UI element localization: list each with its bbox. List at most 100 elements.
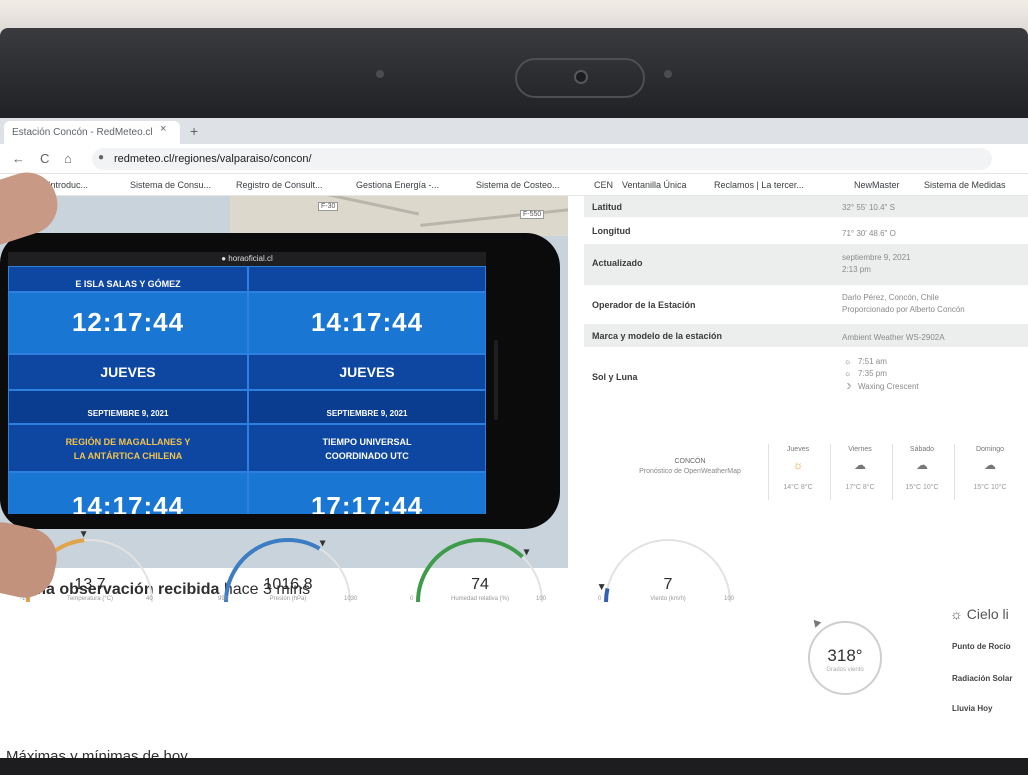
bezel-sensor	[376, 70, 384, 78]
browser-tab[interactable]: Estación Concón - RedMeteo.cl	[4, 121, 180, 144]
wind-degrees: 318°	[827, 646, 863, 665]
bookmark-item[interactable]: Sistema de Medidas	[924, 180, 1006, 190]
phone-url-text: horaoficial.cl	[228, 254, 273, 263]
info-row-sun-moon: Sol y Luna ☼ 7:51 am ☼ 7:35 pm ☽ Waxing …	[584, 348, 1028, 406]
zone-name: LA ANTÁRTICA CHILENA	[73, 451, 183, 461]
map-route-badge: F-550	[520, 210, 545, 219]
sun-icon: ☼	[792, 458, 804, 472]
gauge-label: Presión (hPa)	[269, 596, 307, 602]
gauge-max: 40	[146, 596, 153, 602]
lock-icon[interactable]: ●	[98, 152, 104, 163]
gauge-max: 1030	[344, 596, 358, 602]
bezel-sensor	[664, 70, 672, 78]
gauge-value: 13.7	[74, 576, 106, 593]
sunrise-icon: ☼	[844, 357, 852, 366]
address-bar: ← C ⌂ ● redmeteo.cl/regiones/valparaiso/…	[0, 144, 1028, 174]
phone-url-bar: ● horaoficial.cl	[8, 252, 486, 266]
info-value: 71° 30' 48.6" O	[842, 229, 896, 238]
forecast-temps: 17°C 8°C	[845, 484, 875, 491]
solar-radiation-label: Radiación Solar	[952, 674, 1013, 683]
info-label: Sol y Luna	[592, 372, 638, 382]
forecast-divider	[768, 444, 769, 500]
phone-screen: ● horaoficial.cl E ISLA SALAS Y GÓMEZ 12…	[8, 252, 486, 514]
webcam-icon	[574, 70, 588, 84]
bookmark-item[interactable]: CEN	[594, 180, 613, 190]
gauge-max: 100	[724, 596, 735, 602]
gauge-value: 7	[663, 576, 673, 593]
clock-day-cell: JUEVES	[248, 354, 486, 390]
forecast-divider	[830, 444, 831, 500]
bookmarks-bar: Módulo 1: Introduc... Sistema de Consu..…	[0, 174, 1028, 196]
dew-point-label: Punto de Rocío	[952, 642, 1011, 651]
clock-date: SEPTIEMBRE 9, 2021	[326, 409, 408, 418]
clock-time-cell: 14:17:44	[248, 292, 486, 354]
forecast-day-name: Jueves	[786, 446, 810, 453]
gauge-marker-icon	[523, 549, 530, 556]
clock-day: JUEVES	[100, 364, 156, 380]
gauge-marker-icon	[598, 584, 605, 591]
bookmark-item[interactable]: Sistema de Costeo...	[476, 180, 560, 190]
clock-zone-header: E ISLA SALAS Y GÓMEZ	[8, 266, 248, 292]
reload-icon[interactable]: C	[40, 151, 49, 166]
taskbar-edge	[0, 758, 1028, 775]
phone-speaker	[494, 340, 498, 420]
clock-time-cell: 14:17:44	[8, 472, 248, 514]
clock-zone-header	[248, 266, 486, 292]
forecast-source[interactable]: Pronóstico de OpenWeatherMap	[600, 468, 780, 475]
new-tab-icon[interactable]: +	[190, 123, 198, 139]
url-text[interactable]: redmeteo.cl/regiones/valparaiso/concon/	[114, 153, 312, 165]
info-value: Darlo Pérez, Concón, Chile	[842, 293, 939, 302]
info-value: 2:13 pm	[842, 265, 871, 274]
clock-zone-header: REGIÓN DE MAGALLANES Y LA ANTÁRTICA CHIL…	[8, 424, 248, 472]
zone-name: E ISLA SALAS Y GÓMEZ	[75, 279, 181, 289]
clock-date-cell: SEPTIEMBRE 9, 2021	[8, 390, 248, 424]
bookmark-item[interactable]: Gestiona Energía -...	[356, 180, 439, 190]
gauge-value: 74	[471, 576, 489, 593]
gauge-fill	[604, 588, 610, 603]
laptop-bezel	[0, 28, 1028, 120]
bookmark-item[interactable]: Sistema de Consu...	[130, 180, 211, 190]
forecast-city: CONCÓN	[674, 458, 706, 465]
home-icon[interactable]: ⌂	[64, 151, 72, 166]
info-label: Operador de la Estación	[592, 300, 696, 310]
info-value: Proporcionado por Alberto Concón	[842, 305, 965, 314]
clock-time: 14:17:44	[71, 491, 185, 514]
gauge-marker-icon	[319, 540, 326, 547]
info-value: 7:51 am	[858, 357, 887, 366]
info-label: Actualizado	[592, 258, 643, 268]
clock-time: 17:17:44	[310, 491, 424, 514]
back-icon[interactable]: ←	[12, 151, 25, 166]
info-row-longitude: Longitud 71° 30' 48.6" O	[584, 218, 1028, 244]
forecast-divider	[892, 444, 893, 500]
gauge-value: 1016.8	[263, 576, 313, 593]
cloud-icon: ☁	[916, 458, 928, 472]
close-icon[interactable]: ×	[160, 123, 166, 135]
bookmark-item[interactable]: Registro de Consult...	[236, 180, 323, 190]
clock-day-cell: JUEVES	[8, 354, 248, 390]
info-value: Ambient Weather WS-2902A	[842, 333, 945, 342]
forecast-temps: 14°C 8°C	[783, 484, 813, 491]
rain-today-label: Lluvia Hoy	[952, 704, 993, 713]
info-label: Longitud	[592, 226, 631, 236]
info-label: Marca y modelo de la estación	[592, 331, 723, 341]
station-info-table: Latitud 32° 55' 10.4" S Longitud 71° 30'…	[584, 196, 1028, 406]
tab-title: Estación Concón - RedMeteo.cl	[12, 127, 153, 138]
gauge-label: Humedad relativa (%)	[450, 596, 510, 602]
moon-icon: ☽	[844, 382, 852, 391]
sunset-icon: ☼	[844, 369, 852, 378]
zone-name: COORDINADO UTC	[325, 451, 409, 461]
sky-condition-text: Cielo li	[966, 606, 1009, 622]
gauge-max: 100	[536, 596, 547, 602]
info-label: Latitud	[592, 202, 622, 212]
gauge-marker-icon	[80, 531, 87, 538]
sky-condition: ☼ Cielo li	[950, 606, 1009, 622]
tab-bar: Estación Concón - RedMeteo.cl × +	[0, 118, 1028, 144]
gauge-label: Temperatura (°C)	[66, 596, 114, 602]
bookmark-item[interactable]: Ventanilla Única	[622, 180, 687, 190]
info-value: septiembre 9, 2021	[842, 253, 911, 262]
wind-degrees-label: Grados viento	[826, 667, 864, 673]
bookmark-item[interactable]: Reclamos | La tercer...	[714, 180, 804, 190]
bookmark-item[interactable]: NewMaster	[854, 180, 900, 190]
gauge-min: 990	[218, 596, 229, 602]
clock-zone-header: TIEMPO UNIVERSAL COORDINADO UTC	[248, 424, 486, 472]
